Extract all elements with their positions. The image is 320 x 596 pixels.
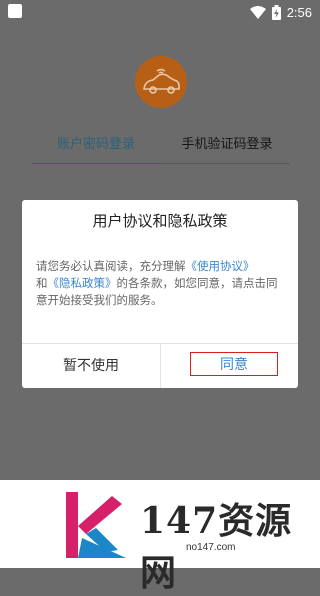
car-logo-icon [143,68,180,94]
login-tabs: 账户密码登录 手机验证码登录 [32,128,290,166]
app-logo [135,56,187,108]
battery-charging-icon [271,4,281,20]
app-notification-icon [8,4,22,18]
status-icons: 2:56 [249,3,312,21]
dialog-text-part-2: 和 [36,276,48,290]
terms-of-use-link[interactable]: 《使用协议》 [186,259,255,273]
status-time: 2:56 [286,4,312,20]
dialog-text-part-1: 请您务必认真阅读，充分理解 [36,259,186,273]
dialog-button-divider [160,344,161,388]
watermark-url: no147.com [186,542,236,553]
tab-account-password-login[interactable]: 账户密码登录 [32,128,160,162]
tab-sms-code-login[interactable]: 手机验证码登录 [164,128,290,162]
wifi-icon [249,5,266,19]
status-bar: 2:56 [0,0,320,24]
active-tab-indicator [32,163,160,164]
watermark-logo-icon [66,492,126,558]
agree-button[interactable]: 同意 [190,352,278,376]
privacy-policy-dialog: 用户协议和隐私政策 请您务必认真阅读，充分理解《使用协议》 和《隐私政策》的各条款… [22,200,298,388]
dialog-title: 用户协议和隐私政策 [92,212,228,230]
tab-divider [160,163,290,164]
privacy-policy-link[interactable]: 《隐私政策》 [48,276,117,290]
dialog-body: 请您务必认真阅读，充分理解《使用协议》 和《隐私政策》的各条款，如您同意，请点击同… [36,258,286,309]
decline-button[interactable]: 暂不使用 [22,344,160,388]
watermark: 147资源网 no147.com [0,480,320,594]
